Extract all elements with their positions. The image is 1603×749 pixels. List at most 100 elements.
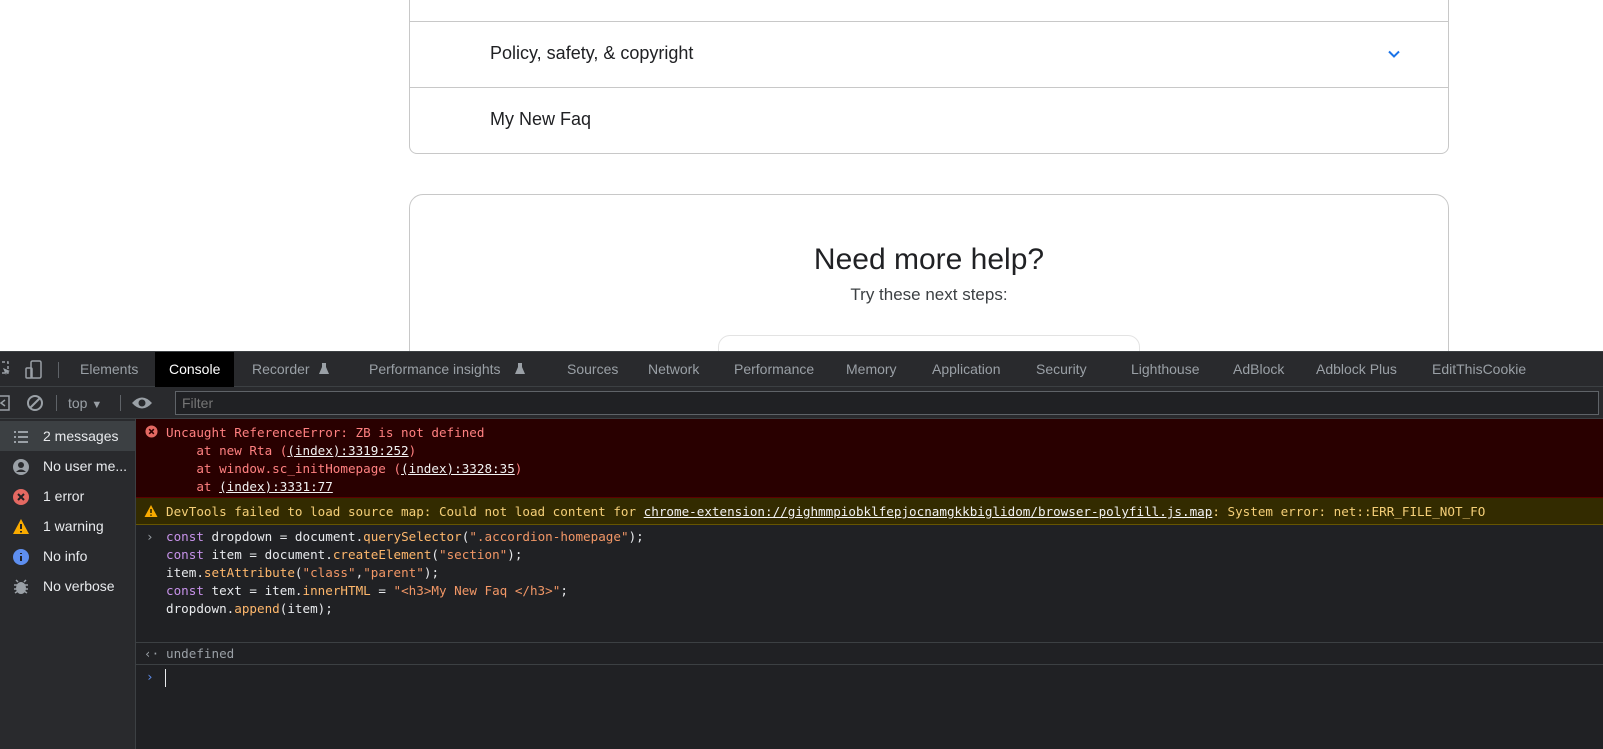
tab-performance-insights[interactable]: Performance insights bbox=[369, 352, 501, 387]
tab-recorder[interactable]: Recorder bbox=[252, 352, 310, 387]
sidebar-item-label: No user me... bbox=[43, 458, 128, 474]
warning-line: DevTools failed to load source map: Coul… bbox=[166, 504, 1485, 519]
code-token: ( bbox=[431, 547, 439, 562]
stack-prefix: at window.sc_initHomepage ( bbox=[166, 461, 402, 476]
code-token: ; bbox=[560, 583, 568, 598]
console-toolbar: top ▼ bbox=[0, 387, 1603, 419]
web-page: Policy, safety, & copyright My New Faq N… bbox=[0, 0, 1603, 351]
code-token: "<h3>My New Faq </h3>" bbox=[393, 583, 561, 598]
tab-lighthouse[interactable]: Lighthouse bbox=[1131, 352, 1200, 387]
code-token: innerHTML bbox=[302, 583, 371, 598]
eye-icon[interactable] bbox=[131, 395, 153, 411]
sidebar-item-verbose[interactable]: No verbose bbox=[0, 571, 136, 601]
error-icon bbox=[145, 425, 158, 438]
tab-editthiscookie[interactable]: EditThisCookie bbox=[1432, 352, 1526, 387]
tab-performance[interactable]: Performance bbox=[734, 352, 814, 387]
console-error-message: Uncaught ReferenceError: ZB is not defin… bbox=[136, 419, 1603, 498]
sidebar-item-label: 1 error bbox=[43, 488, 85, 504]
result-value: undefined bbox=[166, 646, 235, 661]
tab-console[interactable]: Console bbox=[155, 352, 235, 387]
source-map-link[interactable]: chrome-extension://gighmmpiobklfepjocnam… bbox=[644, 504, 1213, 519]
warning-suffix: : System error: net::ERR_FILE_NOT_FO bbox=[1212, 504, 1486, 519]
code-token: const bbox=[166, 583, 204, 598]
flask-icon bbox=[319, 363, 329, 374]
code-line: const dropdown = document.querySelector(… bbox=[166, 529, 644, 544]
code-line: const item = document.createElement("sec… bbox=[166, 547, 522, 562]
warning-prefix: DevTools failed to load source map: Coul… bbox=[166, 504, 644, 519]
help-card: Need more help? Try these next steps: bbox=[409, 194, 1449, 351]
error-text: Uncaught ReferenceError: ZB is not defin… bbox=[166, 425, 485, 440]
tab-network[interactable]: Network bbox=[648, 352, 699, 387]
chevron-right-icon: › bbox=[146, 669, 154, 684]
stack-suffix: ) bbox=[514, 461, 523, 476]
code-token: setAttribute bbox=[203, 565, 295, 580]
inspect-element-icon[interactable] bbox=[0, 361, 12, 377]
code-line: const text = item.innerHTML = "<h3>My Ne… bbox=[166, 583, 568, 598]
device-toolbar-icon[interactable] bbox=[25, 360, 43, 380]
faq-item-my-new-faq[interactable]: My New Faq bbox=[410, 87, 1448, 154]
console-sidebar: 2 messages No user me... 1 error 1 warni… bbox=[0, 419, 136, 749]
faq-item-policy[interactable]: Policy, safety, & copyright bbox=[410, 21, 1448, 87]
code-token: querySelector bbox=[363, 529, 462, 544]
context-selector[interactable]: top ▼ bbox=[68, 387, 102, 419]
code-token: ); bbox=[507, 547, 523, 562]
console-output: Uncaught ReferenceError: ZB is not defin… bbox=[136, 419, 1603, 749]
sidebar-item-user-messages[interactable]: No user me... bbox=[0, 451, 136, 481]
chevron-down-icon[interactable] bbox=[1386, 46, 1402, 62]
code-token: = bbox=[370, 583, 394, 598]
triangle-down-icon: ▼ bbox=[91, 399, 103, 411]
code-token: text = item. bbox=[203, 583, 303, 598]
sidebar-item-label: 2 messages bbox=[43, 428, 119, 444]
code-token: const bbox=[166, 529, 204, 544]
stack-line: at new Rta ((index):3319:252) bbox=[166, 443, 416, 458]
code-line: item.setAttribute("class","parent"); bbox=[166, 565, 439, 580]
list-icon bbox=[14, 431, 28, 443]
code-token: (item); bbox=[279, 601, 333, 616]
code-token: ".accordion-homepage" bbox=[469, 529, 629, 544]
clear-console-icon[interactable] bbox=[26, 394, 44, 412]
source-link[interactable]: (index):3319:252 bbox=[287, 443, 408, 458]
code-token: "section" bbox=[439, 547, 508, 562]
filter-input[interactable] bbox=[175, 391, 1599, 415]
tab-application[interactable]: Application bbox=[932, 352, 1001, 387]
devtools-tabbar: Elements Console Recorder Performance in… bbox=[0, 351, 1603, 387]
tab-elements[interactable]: Elements bbox=[80, 352, 138, 387]
tab-sources[interactable]: Sources bbox=[567, 352, 618, 387]
console-prompt[interactable]: › bbox=[136, 665, 1603, 695]
warning-icon bbox=[13, 519, 29, 534]
tab-adblock-plus[interactable]: Adblock Plus bbox=[1316, 352, 1397, 387]
sidebar-item-warnings[interactable]: 1 warning bbox=[0, 511, 136, 541]
tab-memory[interactable]: Memory bbox=[846, 352, 897, 387]
code-line: dropdown.append(item); bbox=[166, 601, 333, 616]
text-caret bbox=[165, 669, 166, 687]
code-token: append bbox=[234, 601, 280, 616]
info-icon bbox=[13, 549, 29, 565]
help-option-card[interactable] bbox=[718, 335, 1140, 351]
chevron-right-icon: › bbox=[146, 529, 154, 544]
code-token: ); bbox=[628, 529, 644, 544]
help-subtitle: Try these next steps: bbox=[850, 285, 1008, 304]
source-link[interactable]: (index):3331:77 bbox=[219, 479, 333, 494]
source-link[interactable]: (index):3328:35 bbox=[401, 461, 515, 476]
help-title: Need more help? bbox=[813, 243, 1045, 276]
tab-adblock[interactable]: AdBlock bbox=[1233, 352, 1284, 387]
return-arrow-icon: ‹· bbox=[144, 646, 160, 661]
sidebar-item-info[interactable]: No info bbox=[0, 541, 136, 571]
console-result: ‹· undefined bbox=[136, 643, 1603, 665]
sidebar-item-errors[interactable]: 1 error bbox=[0, 481, 136, 511]
code-token: dropdown. bbox=[166, 601, 235, 616]
console-warning-message: DevTools failed to load source map: Coul… bbox=[136, 498, 1603, 525]
sidebar-toggle-icon[interactable] bbox=[0, 395, 10, 411]
user-icon bbox=[13, 459, 29, 475]
stack-prefix: at bbox=[166, 479, 220, 494]
console-input-code: › const dropdown = document.querySelecto… bbox=[136, 525, 1603, 643]
sidebar-item-label: 1 warning bbox=[43, 518, 104, 534]
code-token: const bbox=[166, 547, 204, 562]
tab-security[interactable]: Security bbox=[1036, 352, 1087, 387]
error-icon bbox=[13, 489, 29, 505]
stack-line: at window.sc_initHomepage ((index):3328:… bbox=[166, 461, 522, 476]
context-label: top bbox=[68, 395, 88, 411]
sidebar-item-messages[interactable]: 2 messages bbox=[0, 421, 136, 451]
faq-item-title: Policy, safety, & copyright bbox=[490, 43, 694, 63]
faq-item-title: My New Faq bbox=[490, 109, 592, 129]
